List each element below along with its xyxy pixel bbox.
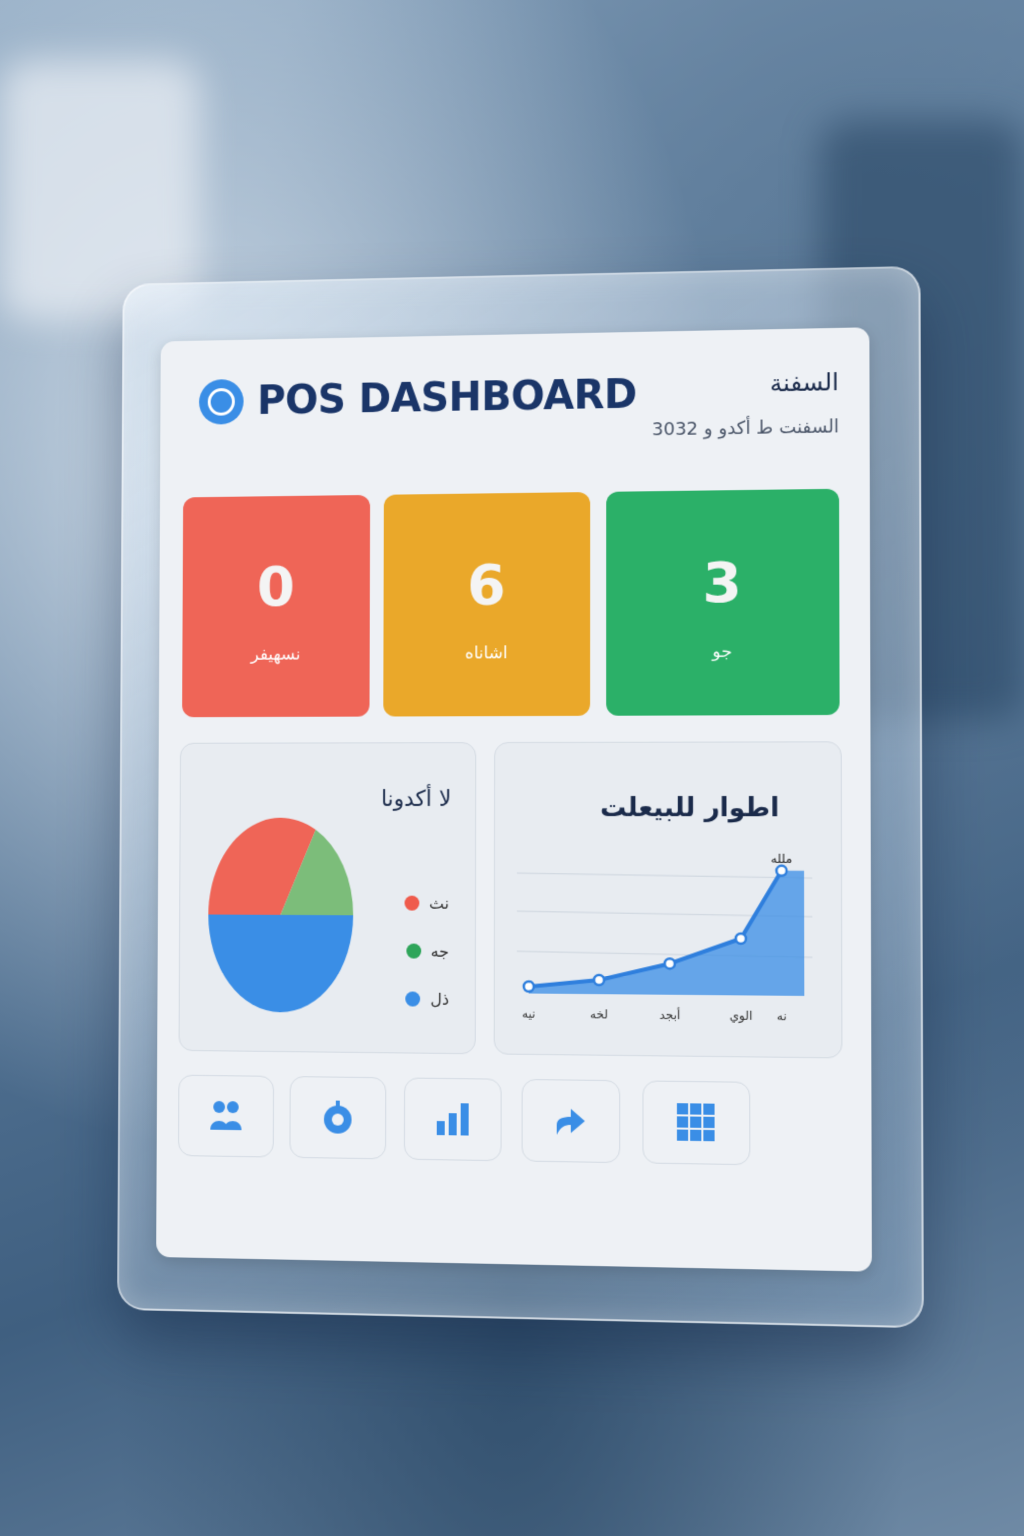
stat-label: اشاناه [465,643,508,663]
stat-value: 6 [467,553,506,618]
nav-button-coin[interactable] [289,1076,386,1159]
legend-label: نث [429,893,449,912]
sales-area-chart: نيه لخه أبجد الوي نه ملله [509,843,833,1047]
grid-line [517,873,812,878]
return-arrow-icon [551,1100,591,1141]
area-fill [529,870,805,996]
stat-label: جو [712,642,732,662]
legend-item: جه [404,927,449,975]
peak-label: ملله [771,851,792,865]
stat-card-green[interactable]: 3 جو [606,489,839,716]
data-point[interactable] [665,959,675,969]
pie-chart-title: لا أكدونا [381,787,451,812]
legend-dot-green [406,943,421,958]
bar-chart-icon [433,1099,473,1140]
legend-label: ذل [430,989,449,1008]
logo-icon[interactable] [199,379,244,425]
nav-button-users[interactable] [178,1075,274,1158]
header-title-right: السفنة [652,368,839,399]
pie-slice [208,915,353,1013]
app-title: POS DASHBOARD [257,372,637,424]
x-tick-label: نه [777,1009,787,1024]
legend-dot-blue [406,991,421,1006]
nav-button-return[interactable] [522,1079,621,1163]
header-info: السفنة السفنت ط أكدو و 3032 [652,368,839,440]
header: POS DASHBOARD السفنة السفنت ط أكدو و 303… [160,327,869,458]
nav-button-grid[interactable] [642,1080,750,1165]
bottom-nav [178,1075,859,1175]
users-icon [206,1096,245,1136]
x-tick-label: الوي [729,1008,752,1024]
data-point[interactable] [524,981,534,991]
sales-trend-card: اطوار للبيعلت نيه لخه أبجد الوي نه ملله [494,741,843,1058]
pie-chart [197,811,364,1020]
stat-card-red[interactable]: 0 نسهيفر [182,495,370,717]
data-point[interactable] [594,975,604,985]
stat-value: 0 [257,555,295,619]
coin-icon [318,1097,358,1138]
legend-label: جه [431,941,449,960]
header-subtitle-right: السفنت ط أكدو و 3032 [652,416,839,440]
sales-trend-title: اطوار للبيعلت [600,793,779,823]
x-tick-label: أبجد [659,1007,680,1023]
pie-legend: نث جه ذل [404,879,449,1023]
nav-button-reports[interactable] [404,1077,502,1161]
x-tick-label: نيه [522,1006,535,1020]
glass-panel: POS DASHBOARD السفنة السفنت ط أكدو و 303… [117,266,924,1328]
dashboard-screen: POS DASHBOARD السفنة السفنت ط أكدو و 303… [156,327,872,1271]
stat-value: 3 [702,550,742,616]
data-point[interactable] [736,934,746,944]
legend-dot-red [404,895,419,910]
legend-item: نث [404,879,449,927]
data-point[interactable] [776,866,786,876]
pie-chart-card: لا أكدونا نث جه ذل [179,742,477,1054]
stat-label: نسهيفر [251,645,301,665]
background-window-light [0,60,200,320]
stat-card-yellow[interactable]: 6 اشاناه [383,492,590,716]
grid-icon [675,1101,718,1144]
x-tick-label: لخه [590,1007,608,1021]
legend-item: ذل [404,974,449,1022]
